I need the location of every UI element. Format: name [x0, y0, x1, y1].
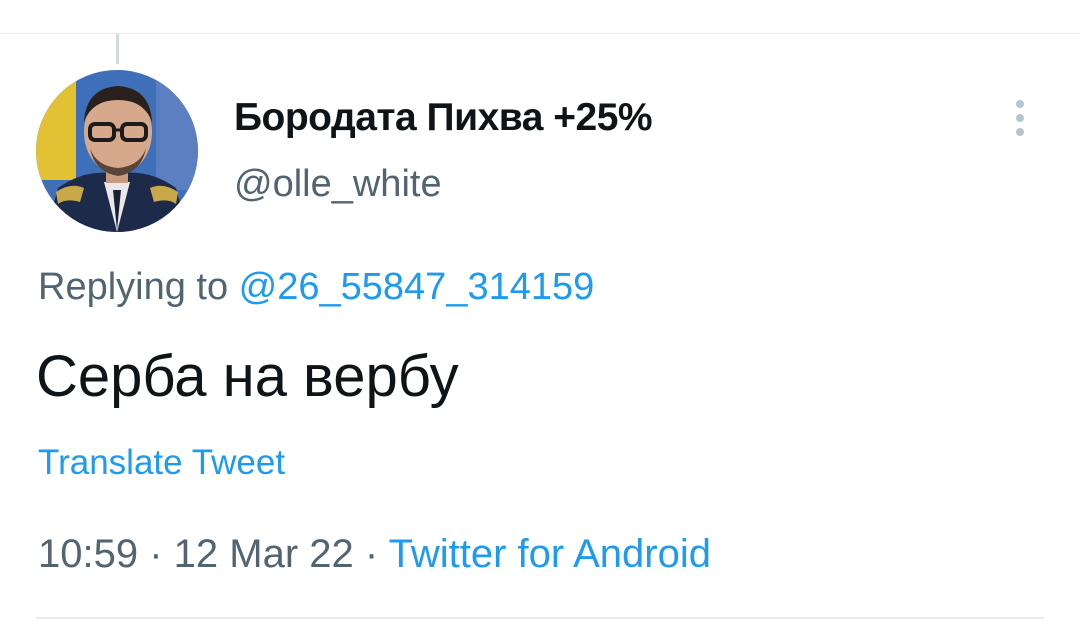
tweet-source-link[interactable]: Twitter for Android [389, 532, 711, 576]
tweet-date[interactable]: 12 Mar 22 [174, 532, 354, 576]
tweet-text: Серба на вербу [36, 344, 459, 409]
meta-separator: · [138, 532, 174, 576]
author-display-name[interactable]: Бородата Пихва +25% [234, 96, 653, 140]
bottom-divider [36, 617, 1044, 619]
vertical-ellipsis-icon [1016, 114, 1024, 122]
translate-tweet-link[interactable]: Translate Tweet [38, 443, 285, 483]
replying-to-line: Replying to @26_55847_314159 [38, 266, 594, 309]
tweet-time[interactable]: 10:59 [38, 532, 138, 576]
vertical-ellipsis-icon [1016, 100, 1024, 108]
vertical-ellipsis-icon [1016, 128, 1024, 136]
reply-mention-link[interactable]: @26_55847_314159 [239, 266, 595, 308]
avatar-photo-icon [36, 70, 198, 232]
replying-to-label: Replying to [38, 266, 239, 308]
tweet-metadata: 10:59 · 12 Mar 22 · Twitter for Android [38, 532, 711, 577]
more-options-button[interactable] [1000, 96, 1040, 140]
meta-separator: · [353, 532, 389, 576]
author-handle[interactable]: @olle_white [234, 163, 442, 206]
top-divider [0, 33, 1080, 34]
avatar[interactable] [36, 70, 198, 232]
thread-connector-line [116, 34, 119, 64]
